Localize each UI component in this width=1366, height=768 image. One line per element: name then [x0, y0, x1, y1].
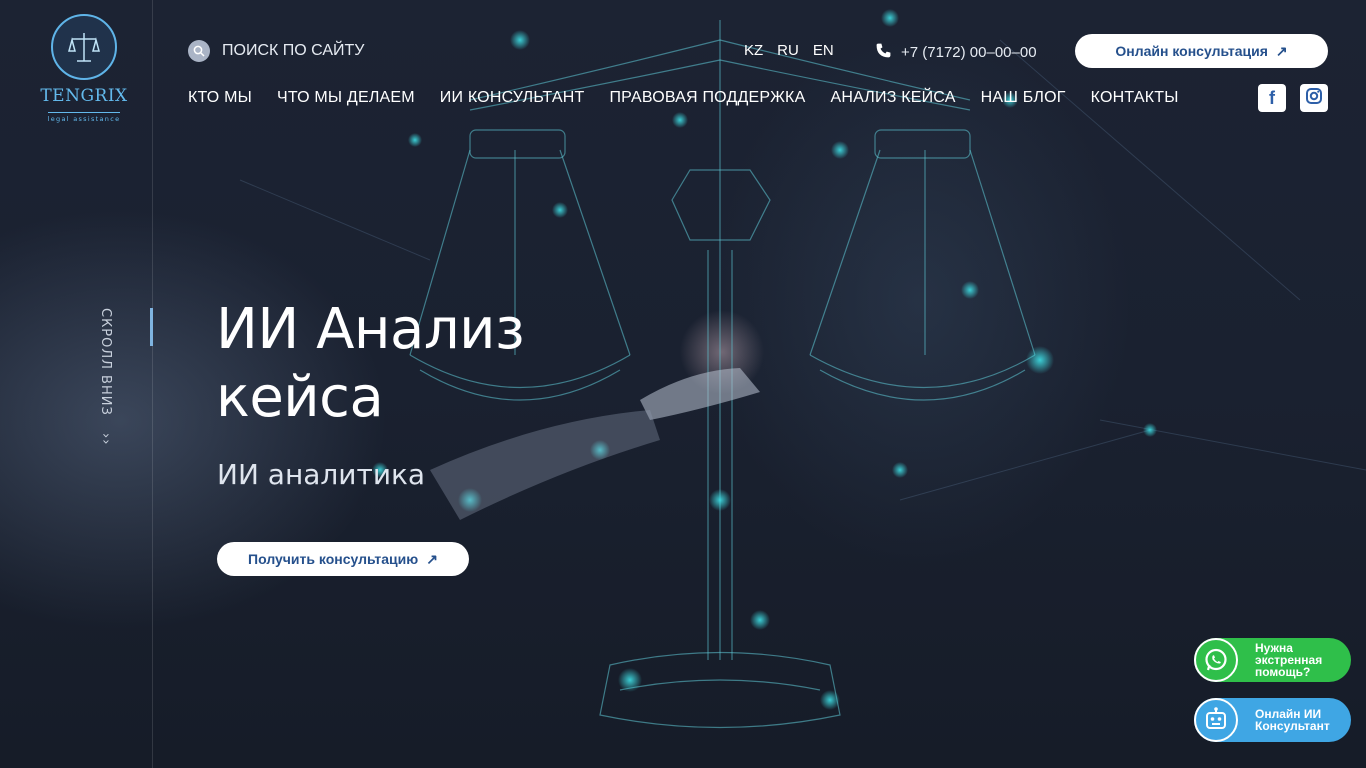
arrow-up-right-icon: ↗ [426, 550, 438, 567]
language-switcher: KZ RU EN [744, 42, 834, 59]
instagram-icon [1305, 87, 1323, 109]
whatsapp-icon [1194, 638, 1238, 682]
emergency-help-label: Нужна экстренная помощь? [1255, 641, 1323, 679]
scroll-hint-label: СКРОЛЛ ВНИЗ [98, 308, 113, 416]
search-label[interactable]: ПОИСК ПО САЙТУ [222, 42, 364, 60]
hero-background [0, 0, 1366, 768]
nav-item-blog[interactable]: НАШ БЛОГ [981, 89, 1066, 107]
brand-name: TENGRIX [40, 86, 128, 106]
nav-item-contacts[interactable]: КОНТАКТЫ [1091, 89, 1179, 107]
lang-en[interactable]: EN [813, 42, 834, 59]
online-ai-consultant-label: Онлайн ИИ Консультант [1255, 707, 1330, 733]
search-icon[interactable] [188, 40, 210, 62]
nav-item-case-analysis[interactable]: АНАЛИЗ КЕЙСА [830, 89, 955, 107]
scroll-down-hint[interactable]: СКРОЛЛ ВНИЗ ›› [98, 308, 113, 445]
online-ai-consultant-button[interactable]: Онлайн ИИ Консультант [1194, 698, 1351, 742]
logo[interactable]: TENGRIX legal assistance [36, 14, 132, 125]
nav-item-legal-support[interactable]: ПРАВОВАЯ ПОДДЕРЖКА [609, 89, 805, 107]
chevron-down-icon: ›› [98, 432, 113, 446]
phone-number: +7 (7172) 00–00–00 [901, 44, 1037, 61]
facebook-icon: f [1269, 87, 1275, 108]
hero-title-line-2: кейса [216, 365, 384, 430]
get-consultation-label: Получить консультацию [248, 551, 419, 567]
scales-illustration [239, 9, 1366, 729]
facebook-link[interactable]: f [1258, 84, 1286, 112]
hero-title-line-1: ИИ Анализ [216, 297, 525, 362]
hero-subtitle: ИИ аналитика [217, 458, 426, 491]
nav-item-ai-consultant[interactable]: ИИ КОНСУЛЬТАНТ [440, 89, 585, 107]
site-search[interactable]: ПОИСК ПО САЙТУ [188, 40, 364, 62]
hero-title: ИИ Анализ кейса [216, 296, 525, 432]
robot-icon [1194, 698, 1238, 742]
scroll-indicator [150, 308, 153, 346]
main-nav: КТО МЫ ЧТО МЫ ДЕЛАЕМ ИИ КОНСУЛЬТАНТ ПРАВ… [188, 89, 1179, 107]
arrow-up-right-icon: ↗ [1275, 42, 1288, 59]
nav-item-about[interactable]: КТО МЫ [188, 89, 252, 107]
scales-logo-icon [51, 14, 117, 80]
nav-item-services[interactable]: ЧТО МЫ ДЕЛАЕМ [277, 89, 415, 107]
phone-link[interactable]: +7 (7172) 00–00–00 [875, 42, 1037, 63]
emergency-help-button[interactable]: Нужна экстренная помощь? [1194, 638, 1351, 682]
brand-tagline: legal assistance [47, 112, 121, 123]
get-consultation-button[interactable]: Получить консультацию ↗ [217, 542, 469, 576]
phone-icon [875, 42, 892, 63]
online-consultation-button[interactable]: Онлайн консультация ↗ [1075, 34, 1328, 68]
lang-ru[interactable]: RU [777, 42, 799, 59]
online-consultation-label: Онлайн консультация [1115, 43, 1268, 59]
lang-kz[interactable]: KZ [744, 42, 763, 59]
instagram-link[interactable] [1300, 84, 1328, 112]
